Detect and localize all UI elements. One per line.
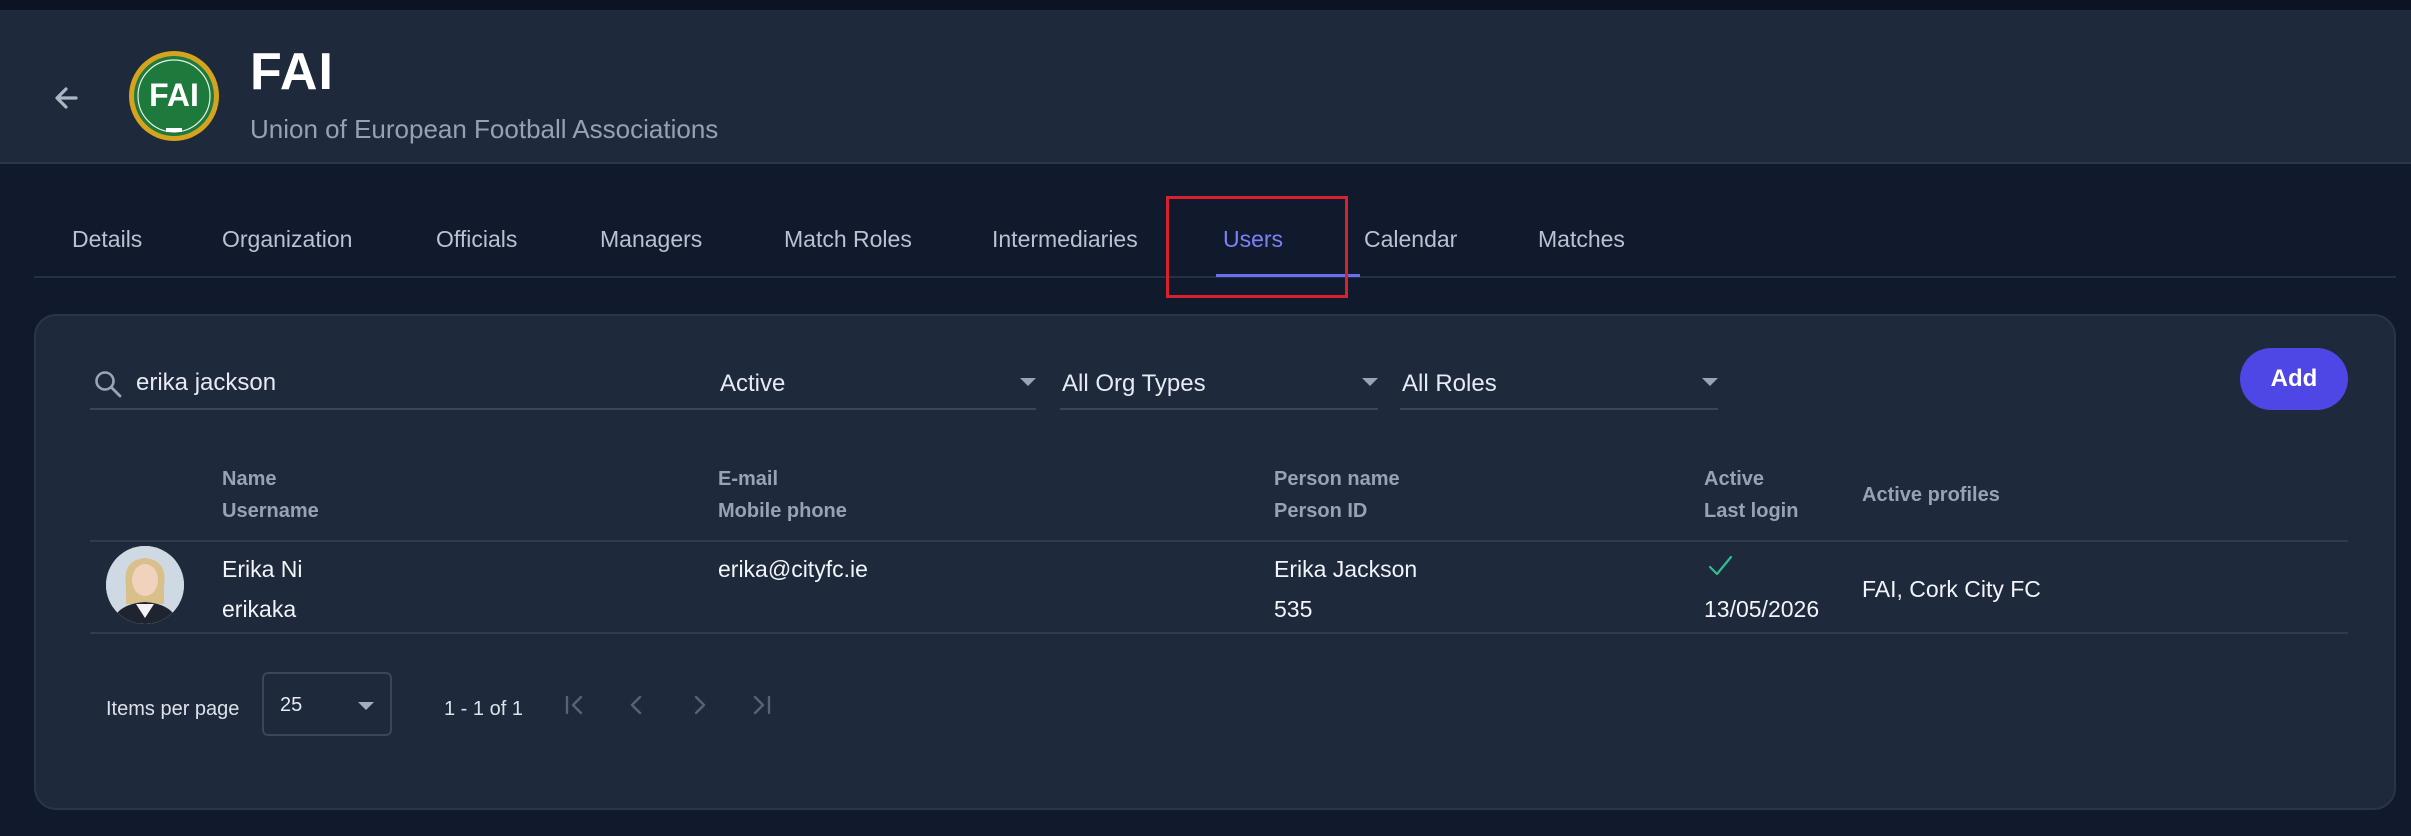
next-page-icon[interactable] — [682, 688, 716, 722]
header-active-profiles: Active profiles — [1862, 484, 2000, 506]
page-title: FAI — [250, 43, 334, 101]
tab-officials[interactable]: Officials — [436, 226, 517, 253]
row-divider — [90, 632, 2348, 634]
users-panel: Active All Org Types All Roles Add Name … — [34, 314, 2396, 810]
back-button[interactable] — [46, 76, 90, 120]
check-icon — [1708, 555, 1733, 576]
status-select-value: Active — [720, 370, 786, 397]
search-input[interactable] — [134, 364, 718, 402]
logo-text: FAI — [149, 77, 199, 113]
tab-match-roles[interactable]: Match Roles — [784, 226, 912, 253]
header-email: E-mail — [718, 468, 779, 490]
search-icon — [95, 371, 122, 398]
cell-username: erikaka — [222, 596, 297, 622]
cell-email: erika@cityfc.ie — [718, 556, 868, 582]
chevron-down-icon — [1362, 378, 1378, 386]
roles-select[interactable]: All Roles — [1400, 358, 1718, 410]
items-per-page-label: Items per page — [106, 698, 240, 720]
chevron-down-icon — [1020, 378, 1036, 386]
header-name: Name — [222, 468, 277, 490]
page-subtitle: Union of European Football Associations — [250, 114, 719, 144]
cell-person-name: Erika Jackson — [1274, 556, 1418, 582]
pagination-range: 1 - 1 of 1 — [444, 698, 523, 720]
cell-name: Erika Ni — [222, 556, 303, 582]
org-type-select-value: All Org Types — [1062, 370, 1206, 397]
tab-organization[interactable]: Organization — [222, 226, 352, 253]
cell-active-profiles: FAI, Cork City FC — [1862, 576, 2041, 602]
chevron-down-icon — [358, 702, 374, 710]
add-button[interactable]: Add — [2240, 348, 2348, 410]
status-select[interactable]: Active — [718, 358, 1036, 410]
previous-page-icon[interactable] — [620, 688, 654, 722]
avatar — [106, 546, 184, 624]
org-type-select[interactable]: All Org Types — [1060, 358, 1378, 410]
tab-intermediaries[interactable]: Intermediaries — [992, 226, 1138, 253]
header-person-name: Person name — [1274, 468, 1400, 490]
first-page-icon[interactable] — [558, 688, 592, 722]
cell-person-id: 535 — [1274, 596, 1313, 622]
header-active: Active — [1704, 468, 1765, 490]
header-mobile: Mobile phone — [718, 500, 847, 522]
roles-select-value: All Roles — [1402, 370, 1497, 397]
header-divider — [90, 540, 2348, 542]
tab-details[interactable]: Details — [72, 226, 142, 253]
org-logo: FAI — [128, 50, 220, 142]
tab-matches[interactable]: Matches — [1538, 226, 1625, 253]
search-field — [90, 358, 730, 410]
tab-calendar[interactable]: Calendar — [1364, 226, 1457, 253]
header-username: Username — [222, 500, 319, 522]
last-page-icon[interactable] — [744, 688, 778, 722]
items-per-page-value: 25 — [280, 694, 303, 716]
arrow-left-icon — [55, 87, 78, 109]
highlight-box — [1166, 196, 1348, 298]
chevron-down-icon — [1702, 378, 1718, 386]
tab-managers[interactable]: Managers — [600, 226, 702, 253]
org-header: FAI FAI Union of European Football Assoc… — [0, 10, 2411, 164]
top-strip — [0, 0, 2411, 10]
cell-last-login: 13/05/2026 — [1704, 596, 1820, 622]
header-last-login: Last login — [1704, 500, 1799, 522]
header-person-id: Person ID — [1274, 500, 1368, 522]
items-per-page-select[interactable]: 25 — [262, 672, 392, 736]
